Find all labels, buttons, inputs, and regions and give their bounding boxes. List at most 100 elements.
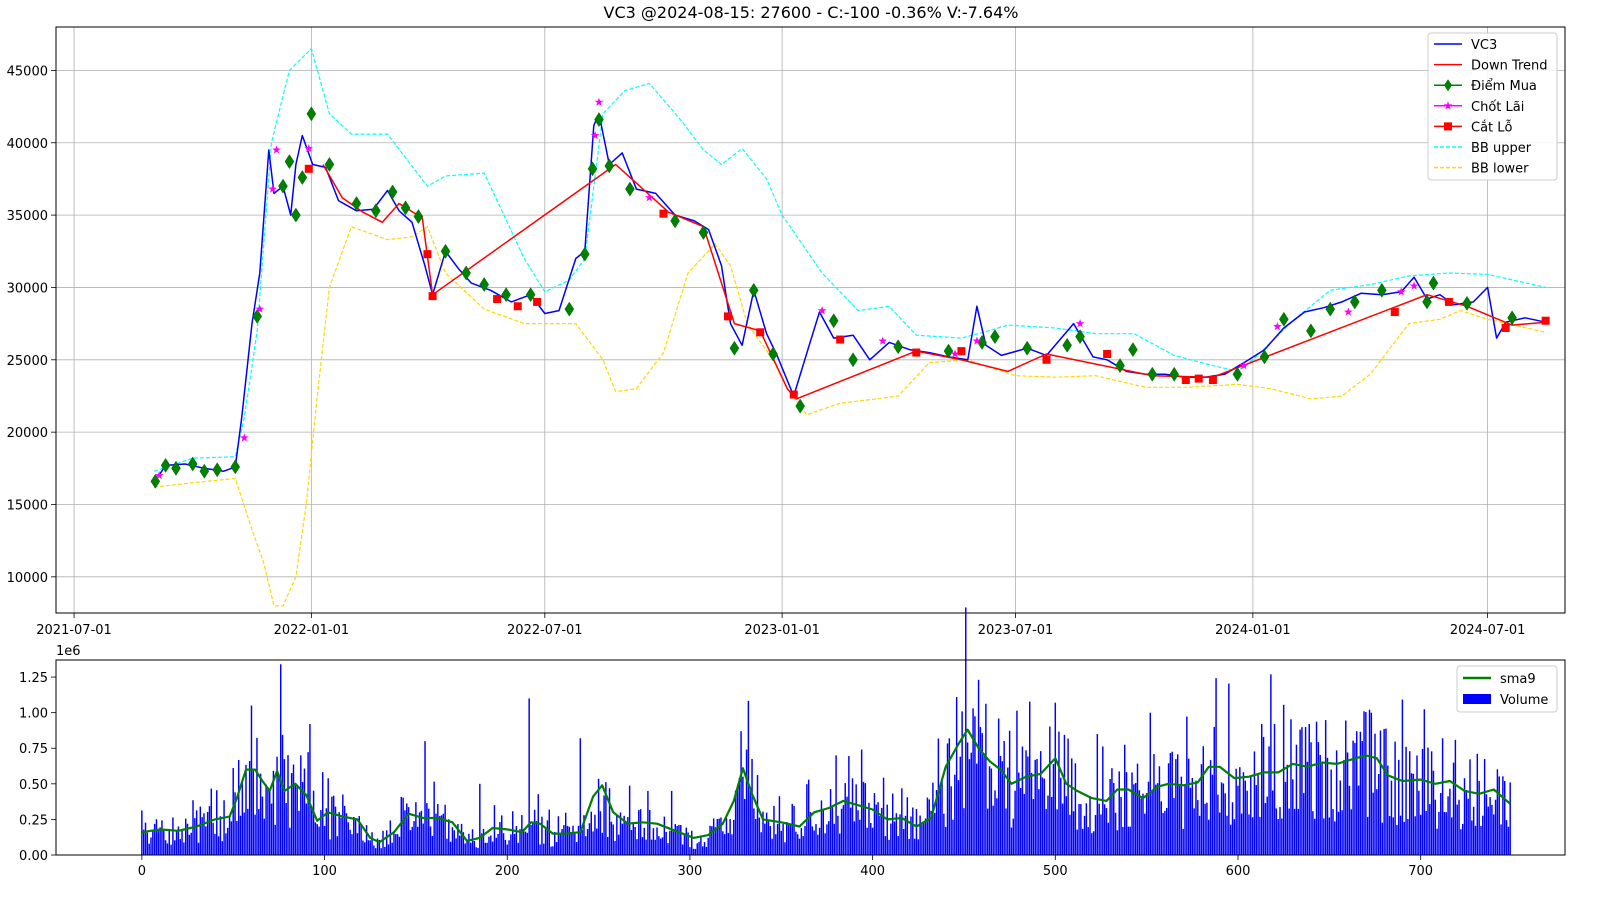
volume-bar — [1498, 776, 1500, 855]
volume-bar — [912, 807, 914, 855]
volume-bar — [1281, 818, 1283, 855]
volume-bar — [820, 800, 823, 855]
volume-bar — [300, 755, 302, 855]
volume-bar — [680, 824, 682, 855]
volume-bar — [599, 811, 602, 855]
volume-bar — [1257, 774, 1259, 855]
volume-bar — [164, 840, 167, 855]
volume-bar — [1189, 787, 1192, 855]
volume-bar — [391, 842, 393, 855]
volume-bar — [974, 716, 976, 855]
volume-bar — [917, 839, 920, 855]
volume-bar — [1162, 813, 1164, 855]
volume-bar — [1304, 726, 1307, 855]
volume-bar — [946, 743, 949, 855]
volume-bar — [415, 802, 417, 855]
volume-bar — [1027, 756, 1029, 855]
volume-bar — [921, 824, 923, 855]
volume-bar — [751, 758, 753, 855]
volume-bar — [740, 731, 742, 855]
volume-bar — [1319, 754, 1321, 855]
volume-bar — [815, 824, 817, 855]
volume-bar — [1345, 720, 1347, 855]
volume-bar — [1107, 822, 1110, 855]
volume-bar — [714, 827, 717, 855]
volume-bar — [1337, 811, 1340, 855]
volume-bar — [1094, 814, 1097, 855]
volume-bar — [340, 817, 342, 855]
buy-marker — [291, 207, 301, 223]
volume-bar — [1197, 800, 1199, 855]
volume-bar — [871, 827, 874, 855]
y-tick-label: 45000 — [7, 64, 48, 79]
volume-bar — [237, 760, 240, 855]
volume-bar — [347, 822, 350, 855]
volume-bar — [606, 836, 609, 855]
volume-bar — [356, 833, 359, 855]
volume-bar — [1474, 825, 1477, 855]
volume-bar — [1069, 814, 1071, 855]
volume-bar — [1377, 774, 1380, 855]
volume-bar — [720, 817, 722, 855]
volume-bar — [789, 825, 792, 855]
volume-bar — [1503, 780, 1506, 855]
buy-marker — [1507, 310, 1517, 326]
volume-bar — [559, 834, 561, 855]
volume-bar — [184, 818, 187, 855]
volume-bar — [1209, 760, 1212, 855]
volume-bar — [798, 838, 801, 855]
volume-bar — [884, 836, 887, 855]
volume-bar — [557, 816, 560, 855]
volume-bar — [1255, 785, 1257, 855]
volume-bar — [1237, 785, 1239, 855]
volume-bar — [1469, 759, 1471, 855]
volume-bar — [332, 795, 335, 855]
volume-bar — [274, 824, 276, 855]
volume-bar — [612, 824, 614, 855]
volume-bar — [440, 815, 443, 855]
volume-bar — [873, 793, 876, 855]
volume-bar — [163, 829, 165, 855]
price-line — [153, 113, 1546, 484]
buy-marker — [579, 246, 590, 262]
volume-bar — [1151, 791, 1153, 855]
volume-bar — [243, 812, 245, 855]
volume-bar — [1118, 771, 1120, 855]
volume-bar — [839, 833, 841, 855]
volume-bar — [943, 813, 945, 855]
volume-bar — [248, 760, 251, 855]
volume-bar — [1295, 744, 1298, 855]
volume-bar — [1408, 751, 1411, 855]
volume-bar — [459, 835, 461, 855]
volume-bar — [455, 838, 457, 855]
volume-bar — [891, 793, 894, 855]
volume-bar — [1016, 710, 1018, 855]
buy-marker — [212, 462, 223, 478]
volume-bar — [1250, 775, 1252, 855]
volume-bar — [1507, 826, 1510, 855]
volume-bar — [575, 842, 578, 855]
volume-bar — [787, 823, 790, 855]
volume-bar — [181, 830, 183, 855]
volume-bar — [1220, 782, 1223, 855]
volume-bar — [712, 818, 715, 855]
downtrend-line — [322, 163, 1546, 400]
volume-bar — [142, 829, 145, 855]
volume-bar — [1251, 817, 1254, 855]
volume-bar — [1315, 721, 1318, 855]
volume-bar — [700, 836, 702, 855]
volume-bar — [1271, 790, 1274, 855]
volume-bar — [1144, 813, 1146, 855]
stop-loss-marker — [513, 302, 522, 311]
volume-bar — [1065, 796, 1067, 855]
volume-bar — [663, 816, 666, 855]
stop-loss-marker — [428, 292, 437, 301]
legend-label: BB upper — [1471, 141, 1532, 156]
volume-bar — [236, 820, 238, 855]
volume-bar — [659, 838, 662, 855]
volume-bar — [1145, 793, 1148, 855]
volume-bar — [1156, 783, 1159, 855]
volume-bar — [818, 827, 821, 855]
volume-bar — [524, 831, 527, 855]
volume-bar — [1292, 779, 1294, 855]
